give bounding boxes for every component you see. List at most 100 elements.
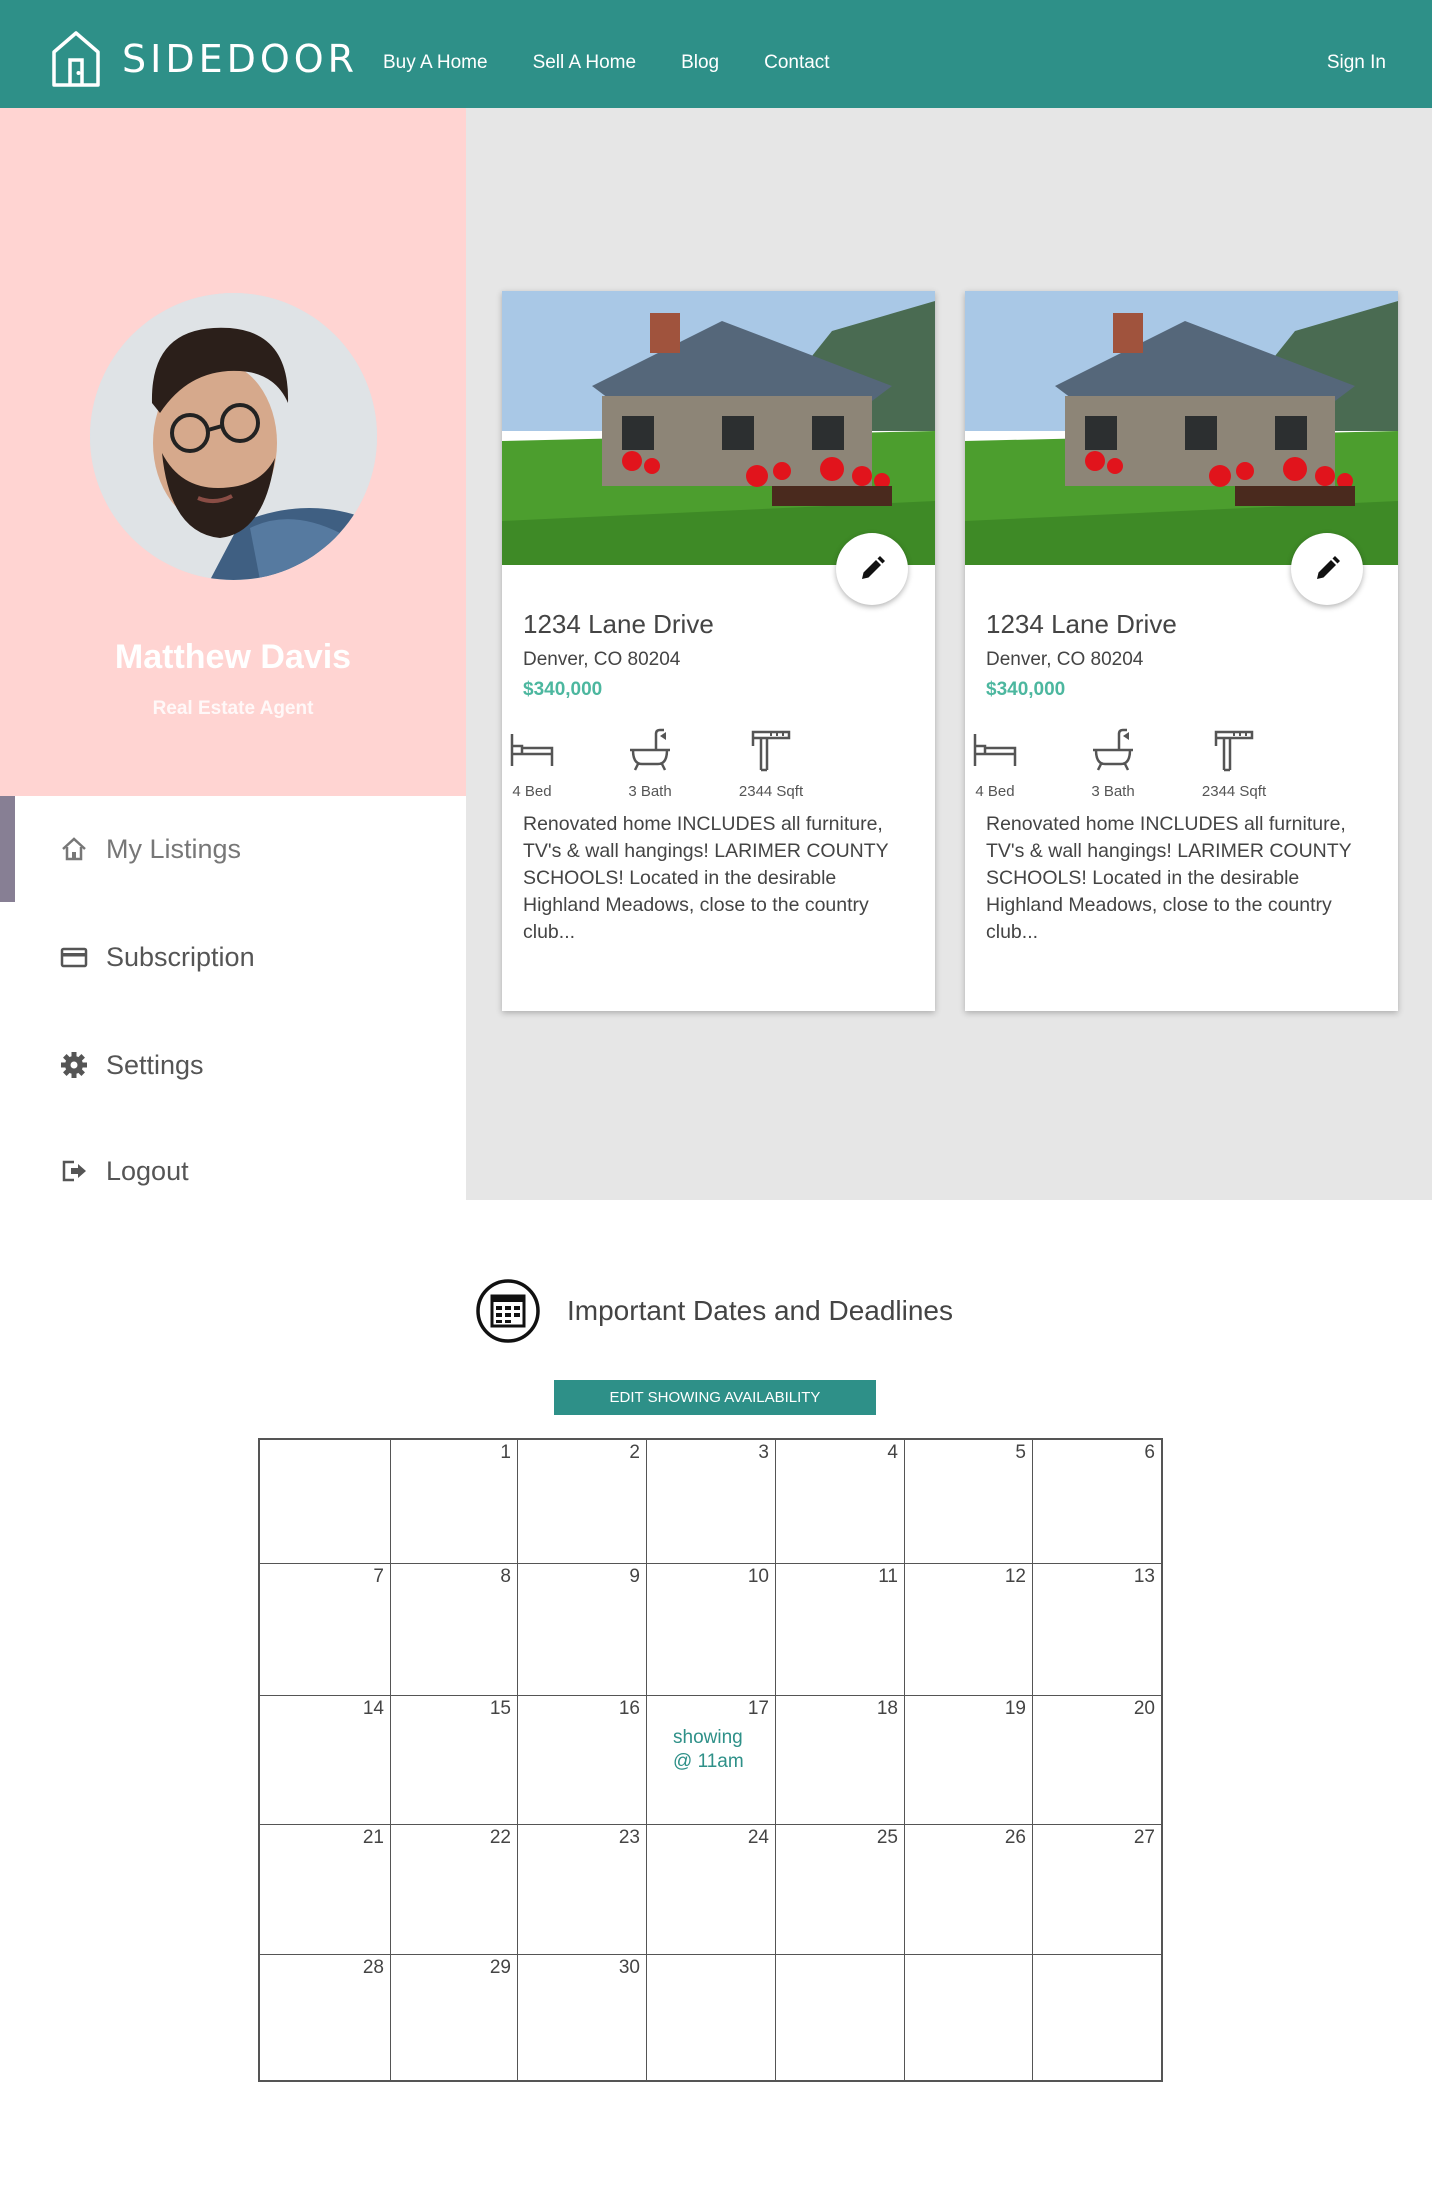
calendar-day-number: 2 bbox=[629, 1442, 640, 1463]
home-icon bbox=[62, 837, 86, 861]
calendar-day-number: 24 bbox=[747, 1827, 769, 1848]
logo[interactable]: SIDEDOOR bbox=[50, 30, 358, 88]
calendar-day-cell[interactable] bbox=[1033, 1955, 1161, 2081]
listing-card[interactable]: 1234 Lane Drive Denver, CO 80204 $340,00… bbox=[965, 291, 1398, 1011]
beds-label: 4 Bed bbox=[512, 783, 552, 800]
calendar-event[interactable]: showing @ 11am bbox=[673, 1726, 763, 1774]
calendar-day-cell[interactable]: 7 bbox=[260, 1564, 391, 1696]
listing-photo bbox=[965, 291, 1398, 565]
calendar-day-cell[interactable]: 24 bbox=[647, 1825, 776, 1955]
nav-link-buy[interactable]: Buy A Home bbox=[383, 52, 488, 74]
calendar-day-number: 25 bbox=[876, 1827, 898, 1848]
calendar-day-number: 18 bbox=[876, 1698, 898, 1719]
avatar-photo bbox=[90, 293, 377, 580]
calendar-day-number: 9 bbox=[629, 1566, 640, 1587]
calendar-day-cell[interactable] bbox=[260, 1440, 391, 1564]
calendar-day-cell[interactable]: 23 bbox=[518, 1825, 647, 1955]
calendar-day-cell[interactable]: 28 bbox=[260, 1955, 391, 2081]
sidebar-menu: My Listings Subscription Settings Logout bbox=[0, 796, 466, 1200]
calendar-day-cell[interactable]: 22 bbox=[391, 1825, 518, 1955]
edit-showing-availability-button[interactable]: EDIT SHOWING AVAILABILITY bbox=[554, 1380, 876, 1415]
sqft-feature: 2344 Sqft bbox=[726, 726, 816, 800]
sidebar-item-my-listings[interactable]: My Listings bbox=[0, 796, 466, 902]
nav-links: Buy A Home Sell A Home Blog Contact bbox=[383, 52, 875, 74]
edit-listing-button[interactable] bbox=[836, 533, 908, 605]
listing-title: 1234 Lane Drive bbox=[523, 609, 714, 639]
calendar-day-number: 14 bbox=[362, 1698, 384, 1719]
sign-in-link[interactable]: Sign In bbox=[1327, 52, 1386, 74]
sidebar-item-label: Settings bbox=[106, 1049, 204, 1080]
calendar-day-cell[interactable]: 11 bbox=[776, 1564, 905, 1696]
calendar-day-number: 8 bbox=[500, 1566, 511, 1587]
calendar-icon bbox=[476, 1279, 540, 1343]
listing-address: Denver, CO 80204 bbox=[523, 649, 681, 670]
calendar-day-number: 26 bbox=[1004, 1827, 1026, 1848]
calendar-day-cell[interactable]: 14 bbox=[260, 1696, 391, 1825]
bathtub-icon bbox=[1093, 728, 1133, 771]
pencil-icon bbox=[1317, 556, 1340, 579]
calendar-day-number: 5 bbox=[1015, 1442, 1026, 1463]
calendar-day-number: 4 bbox=[887, 1442, 898, 1463]
pencil-icon bbox=[862, 556, 885, 579]
brand-name: SIDEDOOR bbox=[122, 37, 359, 81]
calendar-day-cell[interactable]: 18 bbox=[776, 1696, 905, 1825]
calendar-day-number: 7 bbox=[373, 1566, 384, 1587]
calendar-day-cell[interactable]: 25 bbox=[776, 1825, 905, 1955]
calendar-day-cell[interactable]: 15 bbox=[391, 1696, 518, 1825]
listing-address: Denver, CO 80204 bbox=[986, 649, 1144, 670]
sidebar-item-logout[interactable]: Logout bbox=[0, 1118, 466, 1224]
top-nav: SIDEDOOR Buy A Home Sell A Home Blog Con… bbox=[0, 0, 1432, 108]
calendar-day-cell[interactable]: 2 bbox=[518, 1440, 647, 1564]
sidebar-item-settings[interactable]: Settings bbox=[0, 1012, 466, 1118]
calendar-day-cell[interactable]: 30 bbox=[518, 1955, 647, 2081]
calendar-day-cell[interactable]: 19 bbox=[905, 1696, 1033, 1825]
calendar-day-cell[interactable]: 27 bbox=[1033, 1825, 1161, 1955]
calendar-day-cell[interactable]: 9 bbox=[518, 1564, 647, 1696]
calendar-day-cell[interactable]: 29 bbox=[391, 1955, 518, 2081]
calendar-day-number: 10 bbox=[747, 1566, 769, 1587]
sidebar-item-subscription[interactable]: Subscription bbox=[0, 904, 466, 1010]
sidebar-item-label: Subscription bbox=[106, 941, 255, 972]
gear-icon bbox=[61, 1052, 87, 1078]
calendar-day-cell[interactable]: 8 bbox=[391, 1564, 518, 1696]
calendar-day-number: 1 bbox=[500, 1442, 511, 1463]
profile-panel: Matthew Davis Real Estate Agent bbox=[0, 108, 466, 796]
calendar-day-cell[interactable] bbox=[905, 1955, 1033, 2081]
listing-description: Renovated home INCLUDES all furniture, T… bbox=[523, 813, 889, 943]
calendar-day-number: 28 bbox=[362, 1957, 384, 1978]
calendar-day-cell[interactable]: 4 bbox=[776, 1440, 905, 1564]
bed-icon bbox=[510, 734, 554, 766]
calendar-day-cell[interactable]: 20 bbox=[1033, 1696, 1161, 1825]
calendar-day-cell[interactable]: 10 bbox=[647, 1564, 776, 1696]
calendar-day-cell[interactable]: 17 showing @ 11am bbox=[647, 1696, 776, 1825]
nav-link-contact[interactable]: Contact bbox=[764, 52, 829, 74]
bed-icon bbox=[973, 734, 1017, 766]
calendar-day-cell[interactable] bbox=[776, 1955, 905, 2081]
calendar-day-number: 13 bbox=[1133, 1566, 1155, 1587]
listing-title: 1234 Lane Drive bbox=[986, 609, 1177, 639]
calendar-day-number: 29 bbox=[489, 1957, 511, 1978]
calendar-day-cell[interactable]: 5 bbox=[905, 1440, 1033, 1564]
calendar-day-cell[interactable]: 16 bbox=[518, 1696, 647, 1825]
sidebar-item-label: Logout bbox=[106, 1155, 189, 1186]
calendar-day-cell[interactable]: 13 bbox=[1033, 1564, 1161, 1696]
user-name: Matthew Davis bbox=[114, 638, 352, 676]
sidebar-item-label: My Listings bbox=[106, 833, 242, 864]
calendar-day-cell[interactable] bbox=[647, 1955, 776, 2081]
listing-photo bbox=[502, 291, 935, 565]
calendar-day-cell[interactable]: 26 bbox=[905, 1825, 1033, 1955]
calendar-day-cell[interactable]: 21 bbox=[260, 1825, 391, 1955]
house-photo bbox=[502, 291, 935, 565]
calendar-day-cell[interactable]: 12 bbox=[905, 1564, 1033, 1696]
listing-price: $340,000 bbox=[986, 679, 1066, 700]
calendar-day-number: 22 bbox=[489, 1827, 511, 1848]
calendar-day-cell[interactable]: 3 bbox=[647, 1440, 776, 1564]
baths-feature: 3 Bath bbox=[1068, 726, 1158, 800]
bathtub-icon bbox=[630, 728, 670, 771]
calendar-day-cell[interactable]: 6 bbox=[1033, 1440, 1161, 1564]
listing-card[interactable]: 1234 Lane Drive Denver, CO 80204 $340,00… bbox=[502, 291, 935, 1011]
calendar-day-cell[interactable]: 1 bbox=[391, 1440, 518, 1564]
nav-link-blog[interactable]: Blog bbox=[681, 52, 719, 74]
nav-link-sell[interactable]: Sell A Home bbox=[533, 52, 637, 74]
edit-listing-button[interactable] bbox=[1291, 533, 1363, 605]
